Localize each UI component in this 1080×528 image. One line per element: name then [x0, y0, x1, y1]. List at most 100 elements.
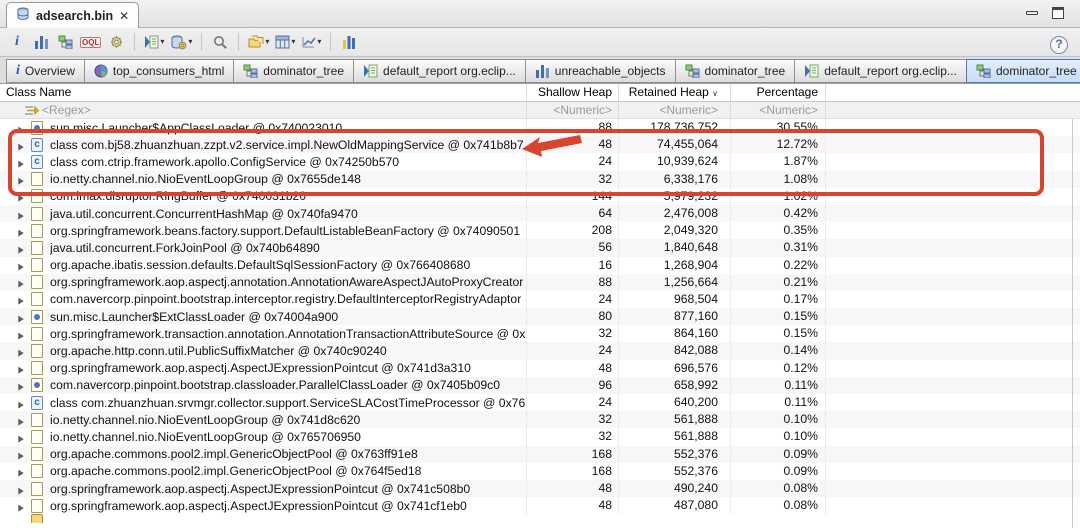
shallow-filter-input[interactable]: <Numeric>: [526, 102, 612, 119]
pct-cell: 0.15%: [730, 308, 818, 325]
expand-triangle-icon[interactable]: ▶: [18, 158, 24, 168]
chevron-down-icon[interactable]: ▾: [317, 38, 321, 46]
expand-triangle-icon[interactable]: ▶: [18, 244, 24, 254]
expand-triangle-icon[interactable]: ▶: [18, 502, 24, 512]
toolbar-overview-info-button[interactable]: i: [6, 31, 28, 53]
expand-triangle-icon[interactable]: ▶: [18, 433, 24, 443]
toolbar-grouping-button[interactable]: ▾: [246, 31, 271, 53]
column-header-class-name[interactable]: Class Name: [6, 84, 71, 102]
expand-triangle-icon[interactable]: ▶: [18, 141, 24, 151]
table-row[interactable]: ▶cclass com.bj58.zhuanzhuan.zzpt.v2.serv…: [0, 136, 1080, 153]
toolbar-oql-button[interactable]: OQL: [78, 31, 103, 53]
tab-default-report-org-eclip[interactable]: default_report org.eclip...: [353, 59, 526, 83]
dominator-tree-table: Class Name Shallow Heap Retained Heap ∨ …: [0, 84, 1080, 528]
toolbar-search-button[interactable]: [209, 31, 231, 53]
toolbar-histogram-button[interactable]: [30, 31, 52, 53]
table-row[interactable]: ▶com.lmax.disruptor.RingBuffer @ 0x74003…: [0, 188, 1080, 205]
expand-triangle-icon[interactable]: ▶: [18, 313, 24, 323]
chevron-down-icon[interactable]: ▾: [291, 38, 295, 46]
regex-filter-input[interactable]: <Regex>: [42, 102, 91, 119]
table-body: ▶sun.misc.Launcher$AppClassLoader @ 0x74…: [0, 119, 1080, 523]
class-object-icon: c: [30, 396, 45, 410]
table-row[interactable]: ▶org.apache.ibatis.session.defaults.Defa…: [0, 257, 1080, 274]
table-row[interactable]: ▶io.netty.channel.nio.NioEventLoopGroup …: [0, 428, 1080, 445]
table-row[interactable]: ▶io.netty.channel.nio.NioEventLoopGroup …: [0, 411, 1080, 428]
retained-cell: 696,576: [618, 360, 718, 377]
tab-default-report-org-eclip[interactable]: default_report org.eclip...: [794, 59, 967, 83]
tab-top-consumers-html[interactable]: top_consumers_html: [84, 59, 234, 83]
table-row[interactable]: ▶ c class com.zhuanzhuan.srvmgr.collector.…: [0, 394, 1080, 411]
regex-filter-icon: [24, 102, 40, 119]
expand-triangle-icon[interactable]: ▶: [18, 485, 24, 495]
expand-triangle-icon[interactable]: ▶: [18, 124, 24, 134]
editor-tab-adsearch[interactable]: adsearch.bin ✕: [6, 2, 139, 28]
table-row[interactable]: ▶org.apache.commons.pool2.impl.GenericOb…: [0, 446, 1080, 463]
expand-triangle-icon[interactable]: ▶: [18, 279, 24, 289]
toolbar-expert-system-button[interactable]: [105, 31, 127, 53]
tab-dominator-tree[interactable]: dominator_tree✕: [966, 59, 1080, 83]
class-name-cell: class com.zhuanzhuan.srvmgr.collector.su…: [50, 396, 526, 410]
expand-triangle-icon[interactable]: ▶: [18, 227, 24, 237]
minimize-icon[interactable]: [1026, 7, 1040, 19]
table-row[interactable]: ▶com.navercorp.pinpoint.bootstrap.interc…: [0, 291, 1080, 308]
table-row[interactable]: ▶org.springframework.aop.aspectj.AspectJ…: [0, 497, 1080, 514]
column-header-shallow-heap[interactable]: Shallow Heap: [526, 84, 612, 102]
chevron-down-icon[interactable]: ▾: [188, 38, 192, 46]
retained-cell: 561,888: [618, 428, 718, 445]
chevron-down-icon[interactable]: ▾: [160, 38, 164, 46]
toolbar-compare-button[interactable]: [338, 31, 360, 53]
grid-icon: [275, 35, 290, 49]
toolbar-run-report-button[interactable]: ▾: [142, 31, 166, 53]
percentage-filter-input[interactable]: <Numeric>: [730, 102, 818, 119]
expand-triangle-icon[interactable]: ▶: [18, 210, 24, 220]
expand-triangle-icon[interactable]: ▶: [18, 347, 24, 357]
table-row[interactable]: ▶org.springframework.beans.factory.suppo…: [0, 222, 1080, 239]
expand-triangle-icon[interactable]: ▶: [18, 382, 24, 392]
table-row[interactable]: ▶org.springframework.aop.aspectj.annotat…: [0, 274, 1080, 291]
table-row[interactable]: ▶org.apache.commons.pool2.impl.GenericOb…: [0, 463, 1080, 480]
expand-triangle-icon[interactable]: ▶: [18, 468, 24, 478]
tab-overview[interactable]: iOverview: [6, 59, 85, 83]
toolbar-calculator-button[interactable]: ▾: [273, 31, 297, 53]
tab-dominator-tree[interactable]: dominator_tree: [675, 59, 796, 83]
pie-icon: [94, 64, 108, 78]
table-row[interactable]: ▶org.springframework.transaction.annotat…: [0, 325, 1080, 342]
column-header-retained-heap[interactable]: Retained Heap ∨: [618, 84, 718, 102]
close-icon[interactable]: ✕: [119, 9, 129, 23]
tab-unreachable-objects[interactable]: unreachable_objects: [525, 59, 676, 83]
table-row[interactable]: ▶org.springframework.aop.aspectj.AspectJ…: [0, 480, 1080, 497]
help-icon[interactable]: ?: [1050, 36, 1068, 54]
pct-cell: 0.42%: [730, 205, 818, 222]
column-header-percentage[interactable]: Percentage: [730, 84, 818, 102]
toolbar-dominator-tree-button[interactable]: [54, 31, 76, 53]
table-row[interactable]: ▶org.springframework.aop.aspectj.AspectJ…: [0, 360, 1080, 377]
shallow-cell: 32: [526, 325, 612, 342]
expand-triangle-icon[interactable]: ▶: [18, 193, 24, 203]
expand-triangle-icon[interactable]: ▶: [18, 365, 24, 375]
table-row[interactable]: ▶org.apache.http.conn.util.PublicSuffixM…: [0, 342, 1080, 359]
expand-triangle-icon[interactable]: ▶: [18, 261, 24, 271]
table-row[interactable]: ▶ io.netty.channel.nio.NioEventLoopGroup …: [0, 171, 1080, 188]
tab-dominator-tree[interactable]: dominator_tree: [233, 59, 354, 83]
expand-triangle-icon[interactable]: ▶: [18, 330, 24, 340]
chevron-down-icon[interactable]: ▾: [265, 38, 269, 46]
shallow-cell: 88: [526, 119, 612, 136]
expand-triangle-icon[interactable]: ▶: [18, 416, 24, 426]
maximize-icon[interactable]: [1052, 7, 1066, 19]
table-row[interactable]: ▶cclass com.ctrip.framework.apollo.Confi…: [0, 153, 1080, 170]
toolbar-heap-queries-button[interactable]: ▾: [168, 31, 194, 53]
retained-filter-input[interactable]: <Numeric>: [618, 102, 718, 119]
expand-triangle-icon[interactable]: ▶: [18, 450, 24, 460]
expand-triangle-icon[interactable]: ▶: [18, 175, 24, 185]
table-row[interactable]: ▶java.util.concurrent.ForkJoinPool @ 0x7…: [0, 239, 1080, 256]
table-row[interactable]: ▶sun.misc.Launcher$AppClassLoader @ 0x74…: [0, 119, 1080, 136]
table-row[interactable]: ▶com.navercorp.pinpoint.bootstrap.classl…: [0, 377, 1080, 394]
expand-triangle-icon[interactable]: ▶: [18, 296, 24, 306]
toolbar-export-button[interactable]: ▾: [299, 31, 323, 53]
toolbar-separator: [330, 33, 331, 51]
table-row[interactable]: ▶sun.misc.Launcher$ExtClassLoader @ 0x74…: [0, 308, 1080, 325]
table-row[interactable]: ▶java.util.concurrent.ConcurrentHashMap …: [0, 205, 1080, 222]
object-instance-icon: [30, 430, 45, 444]
expand-triangle-icon[interactable]: ▶: [18, 399, 24, 409]
class-name-cell: io.netty.channel.nio.NioEventLoopGroup @…: [50, 172, 526, 186]
